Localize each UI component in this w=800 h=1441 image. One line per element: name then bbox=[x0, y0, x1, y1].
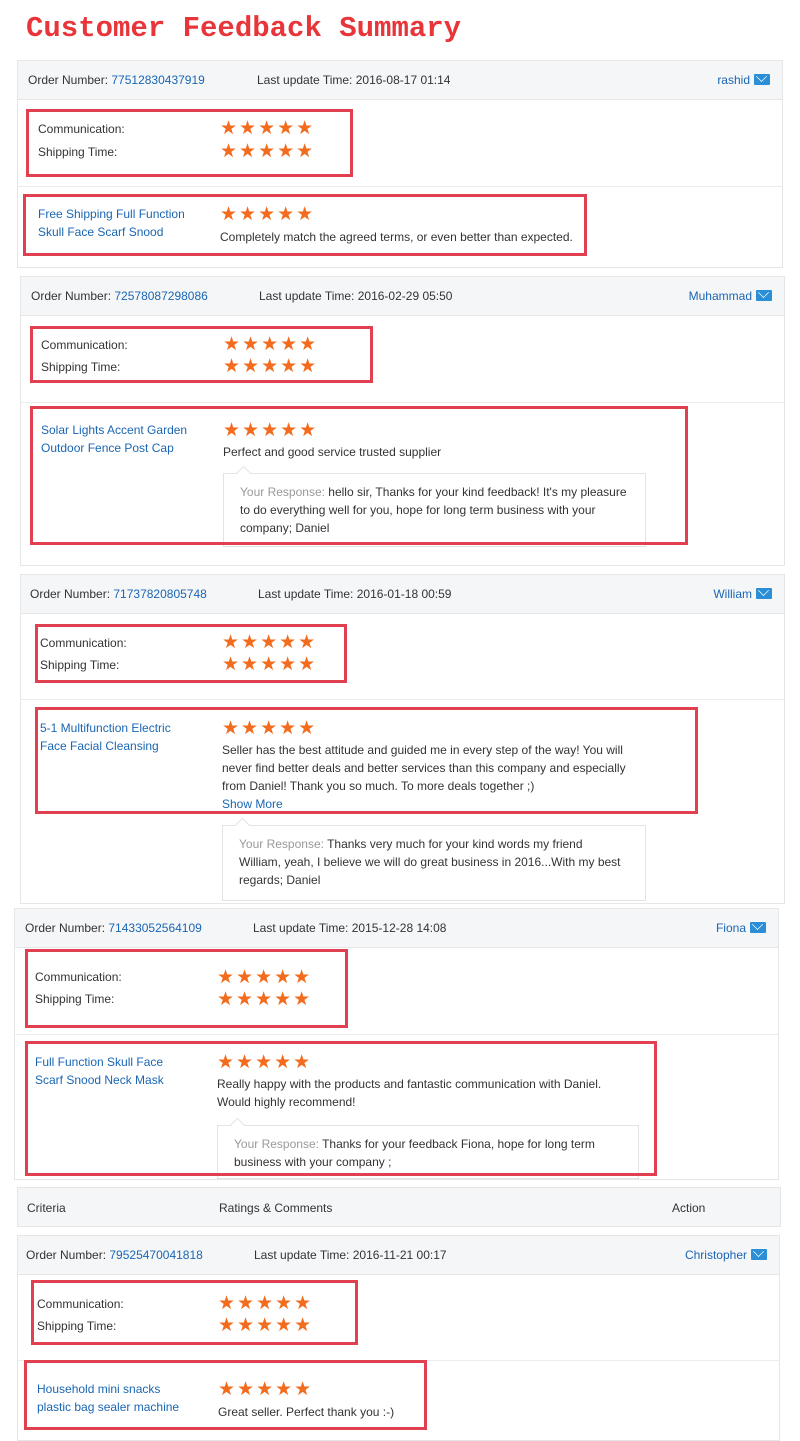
response-text: regards; Daniel bbox=[239, 873, 321, 887]
highlight-box bbox=[30, 326, 373, 383]
last-update-value: 2016-02-29 05:50 bbox=[357, 289, 453, 303]
last-update-value: 2016-11-21 00:17 bbox=[352, 1248, 447, 1262]
order-number-label: Order Number: bbox=[26, 1248, 107, 1262]
response-label: Your Response: bbox=[239, 837, 324, 851]
divider bbox=[21, 402, 784, 403]
last-update-label: Last update Time: bbox=[254, 1248, 350, 1262]
order-number-link[interactable]: 72578087298086 bbox=[114, 289, 207, 303]
last-update-field: Last update Time: 2016-08-17 01:14 bbox=[257, 73, 450, 87]
buyer-link[interactable]: Christopher bbox=[685, 1248, 767, 1262]
buyer-link[interactable]: Muhammad bbox=[689, 289, 772, 303]
buyer-name[interactable]: Christopher bbox=[685, 1248, 747, 1262]
order-number-link[interactable]: 77512830437919 bbox=[111, 73, 204, 87]
last-update-field: Last update Time: 2015-12-28 14:08 bbox=[253, 921, 446, 935]
buyer-link[interactable]: William bbox=[713, 587, 772, 601]
divider bbox=[15, 1034, 778, 1035]
highlight-box bbox=[30, 406, 688, 545]
envelope-icon[interactable] bbox=[750, 922, 766, 933]
order-header: Order Number: 71433052564109 Last update… bbox=[15, 909, 778, 948]
last-update-field: Last update Time: 2016-02-29 05:50 bbox=[259, 289, 452, 303]
envelope-icon[interactable] bbox=[756, 588, 772, 599]
divider bbox=[21, 699, 784, 700]
response-text: William, yeah, I believe we will do grea… bbox=[239, 855, 621, 869]
order-number-field: Order Number: 71737820805748 bbox=[30, 587, 207, 601]
highlight-box bbox=[35, 707, 698, 814]
highlight-box bbox=[35, 624, 347, 683]
order-header: Order Number: 79525470041818 Last update… bbox=[18, 1236, 779, 1275]
highlight-box bbox=[25, 949, 348, 1028]
order-header: Order Number: 71737820805748 Last update… bbox=[21, 575, 784, 614]
table-header: Criteria Ratings & Comments Action bbox=[17, 1187, 781, 1227]
highlight-box bbox=[31, 1280, 358, 1345]
order-number-label: Order Number: bbox=[28, 73, 109, 87]
order-number-field: Order Number: 72578087298086 bbox=[31, 289, 208, 303]
buyer-name[interactable]: rashid bbox=[717, 73, 750, 87]
last-update-value: 2016-08-17 01:14 bbox=[355, 73, 451, 87]
last-update-label: Last update Time: bbox=[259, 289, 355, 303]
last-update-field: Last update Time: 2016-11-21 00:17 bbox=[254, 1248, 447, 1262]
highlight-box bbox=[25, 1041, 657, 1176]
order-number-link[interactable]: 71433052564109 bbox=[108, 921, 201, 935]
last-update-value: 2015-12-28 14:08 bbox=[351, 921, 447, 935]
envelope-icon[interactable] bbox=[756, 290, 772, 301]
order-number-field: Order Number: 71433052564109 bbox=[25, 921, 202, 935]
buyer-name[interactable]: Fiona bbox=[716, 921, 746, 935]
highlight-box bbox=[26, 109, 353, 177]
order-header: Order Number: 77512830437919 Last update… bbox=[18, 61, 782, 100]
last-update-field: Last update Time: 2016-01-18 00:59 bbox=[258, 587, 451, 601]
last-update-value: 2016-01-18 00:59 bbox=[356, 587, 452, 601]
last-update-label: Last update Time: bbox=[258, 587, 354, 601]
page-title: Customer Feedback Summary bbox=[26, 12, 462, 45]
divider bbox=[18, 186, 782, 187]
buyer-name[interactable]: William bbox=[713, 587, 752, 601]
last-update-label: Last update Time: bbox=[257, 73, 353, 87]
seller-response: Your Response: Thanks very much for your… bbox=[222, 825, 646, 901]
order-number-link[interactable]: 71737820805748 bbox=[113, 587, 206, 601]
ratings-column-header: Ratings & Comments bbox=[219, 1201, 333, 1215]
envelope-icon[interactable] bbox=[751, 1249, 767, 1260]
order-number-field: Order Number: 77512830437919 bbox=[28, 73, 205, 87]
order-number-label: Order Number: bbox=[31, 289, 112, 303]
buyer-name[interactable]: Muhammad bbox=[689, 289, 752, 303]
response-text: Thanks very much for your kind words my … bbox=[327, 837, 583, 851]
buyer-link[interactable]: Fiona bbox=[716, 921, 766, 935]
order-number-label: Order Number: bbox=[25, 921, 106, 935]
highlight-box bbox=[23, 194, 587, 256]
order-number-label: Order Number: bbox=[30, 587, 111, 601]
order-number-link[interactable]: 79525470041818 bbox=[109, 1248, 202, 1262]
last-update-label: Last update Time: bbox=[253, 921, 349, 935]
action-column-header: Action bbox=[672, 1201, 706, 1215]
envelope-icon[interactable] bbox=[754, 74, 770, 85]
highlight-box bbox=[24, 1360, 427, 1430]
order-header: Order Number: 72578087298086 Last update… bbox=[21, 277, 784, 316]
order-number-field: Order Number: 79525470041818 bbox=[26, 1248, 203, 1262]
criteria-column-header: Criteria bbox=[27, 1201, 66, 1215]
buyer-link[interactable]: rashid bbox=[717, 73, 770, 87]
